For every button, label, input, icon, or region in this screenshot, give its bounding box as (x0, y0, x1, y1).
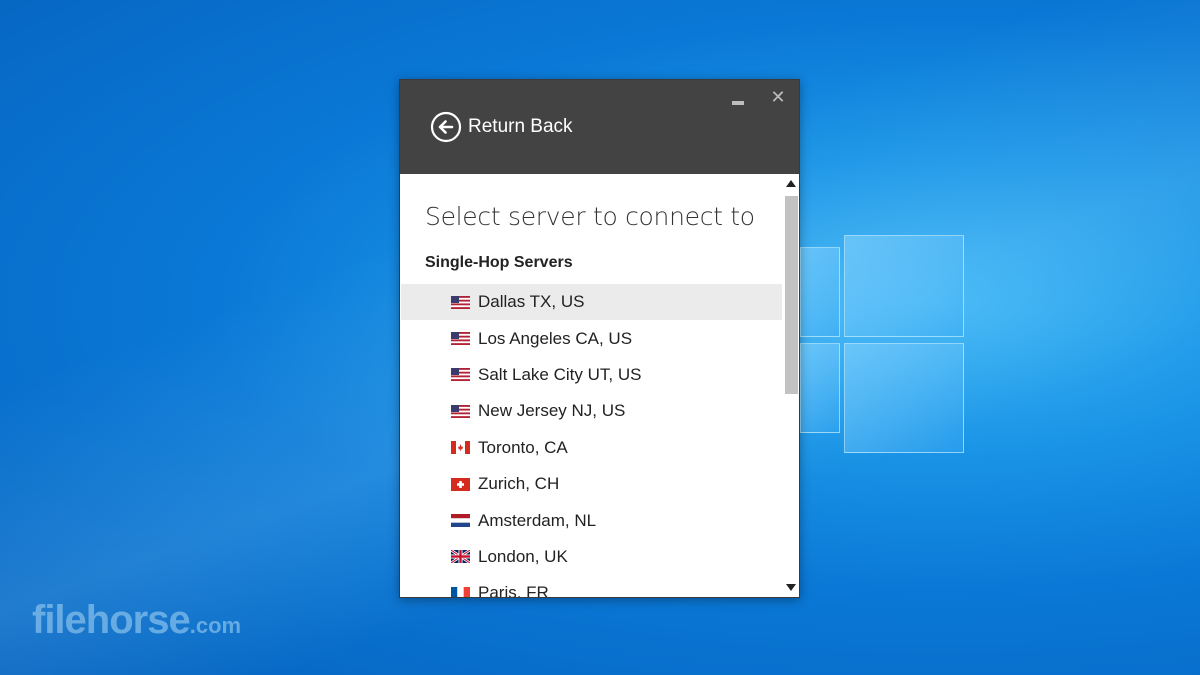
server-item-los-angeles[interactable]: Los Angeles CA, US (401, 320, 782, 356)
server-label: Paris, FR (478, 583, 549, 598)
server-label: Dallas TX, US (478, 292, 585, 312)
server-label: Amsterdam, NL (478, 510, 597, 530)
uk-flag-icon (451, 550, 470, 564)
server-item-new-jersey[interactable]: New Jersey NJ, US (401, 393, 782, 429)
arrow-left-circle-icon (430, 111, 462, 143)
server-item-zurich[interactable]: Zurich, CH (401, 466, 782, 502)
server-item-dallas[interactable]: Dallas TX, US (401, 284, 782, 321)
page-title: Select server to connect to (425, 202, 755, 231)
return-back-button[interactable]: Return Back (430, 110, 573, 144)
server-item-salt-lake-city[interactable]: Salt Lake City UT, US (401, 357, 782, 393)
netherlands-flag-icon (451, 514, 470, 528)
canada-flag-icon (451, 441, 470, 455)
us-flag-icon (451, 404, 470, 418)
server-label: Zurich, CH (478, 474, 560, 494)
server-list: Dallas TX, US Los Angeles CA, US Salt La… (401, 284, 782, 598)
section-title: Single-Hop Servers (425, 254, 573, 271)
scrollbar[interactable] (783, 174, 799, 597)
server-item-toronto[interactable]: Toronto, CA (401, 430, 782, 466)
server-label: Los Angeles CA, US (478, 328, 633, 348)
switzerland-flag-icon (451, 477, 470, 491)
scroll-thumb[interactable] (785, 196, 798, 394)
server-label: New Jersey NJ, US (478, 401, 626, 421)
server-item-london[interactable]: London, UK (401, 539, 782, 575)
server-item-amsterdam[interactable]: Amsterdam, NL (401, 502, 782, 538)
france-flag-icon (451, 586, 470, 597)
scroll-down-arrow-icon[interactable] (786, 584, 796, 591)
us-flag-icon (451, 368, 470, 382)
server-label: London, UK (478, 546, 568, 566)
us-flag-icon (451, 295, 470, 309)
titlebar: ✕ Return Back (400, 80, 799, 174)
filehorse-watermark: filehorse.com (32, 598, 242, 642)
scroll-up-arrow-icon[interactable] (786, 180, 796, 187)
server-label: Toronto, CA (478, 437, 568, 457)
us-flag-icon (451, 332, 470, 346)
server-list-panel: Select server to connect to Single-Hop S… (400, 174, 799, 598)
minimize-icon (732, 101, 744, 105)
close-button[interactable]: ✕ (768, 88, 788, 108)
server-item-paris[interactable]: Paris, FR (401, 575, 782, 598)
server-select-window: ✕ Return Back Select server to connect t… (399, 79, 800, 598)
server-label: Salt Lake City UT, US (478, 364, 642, 384)
minimize-button[interactable] (730, 92, 746, 108)
windows-logo (780, 175, 970, 465)
return-back-label: Return Back (468, 116, 573, 137)
